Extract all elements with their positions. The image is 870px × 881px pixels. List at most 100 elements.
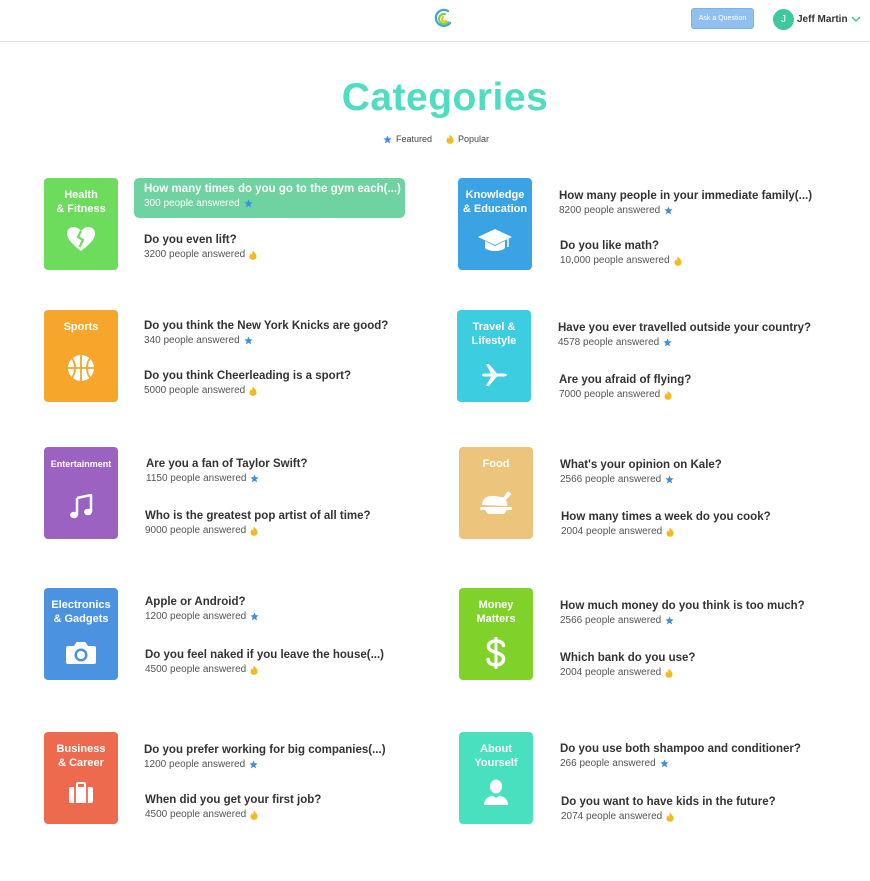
category-money-matters[interactable]: Money Matters: [459, 588, 533, 680]
flame-icon: [674, 256, 682, 266]
answered-count: 1200 people answered: [144, 759, 246, 770]
broken-heart-icon: [67, 227, 95, 251]
flame-icon: [665, 668, 673, 678]
question-item[interactable]: Do you use both shampoo and conditioner?…: [560, 743, 801, 769]
question-meta: 1150 people answered: [146, 473, 307, 484]
star-icon: [664, 206, 673, 215]
user-name[interactable]: Jeff Martin: [797, 14, 848, 25]
legend-popular-label: Popular: [458, 134, 490, 144]
question-meta: 2566 people answered: [560, 474, 722, 485]
avatar[interactable]: J: [773, 8, 794, 30]
question-meta: 2004 people answered: [560, 667, 695, 678]
legend-featured: Featured: [383, 134, 432, 144]
flame-icon: [249, 250, 257, 260]
question-text: Which bank do you use?: [560, 652, 696, 664]
question-text: Are you a fan of Taylor Swift?: [146, 458, 308, 470]
question-meta: 266 people answered: [560, 758, 801, 769]
question-meta: 2004 people answered: [561, 526, 771, 537]
star-icon: [244, 336, 253, 345]
question-item[interactable]: Who is the greatest pop artist of all ti…: [145, 510, 371, 536]
flame-icon: [666, 812, 674, 822]
chevron-down-icon[interactable]: [851, 15, 861, 23]
star-icon: [244, 199, 253, 208]
answered-count: 1200 people answered: [145, 611, 247, 622]
question-item[interactable]: Which bank do you use? 2004 people answe…: [560, 652, 695, 678]
flame-icon: [250, 665, 258, 675]
question-meta: 4500 people answered: [145, 664, 384, 675]
star-icon: [660, 759, 669, 768]
answered-count: 2004 people answered: [560, 667, 662, 678]
flame-icon: [250, 810, 258, 820]
question-text: Are you afraid of flying?: [559, 374, 692, 386]
answered-count: 7000 people answered: [559, 389, 661, 400]
question-item[interactable]: How much money do you think is too much?…: [560, 600, 805, 626]
answered-count: 2566 people answered: [560, 474, 662, 485]
category-business-career[interactable]: Business & Career: [44, 732, 118, 824]
category-sports[interactable]: Sports: [44, 310, 118, 402]
question-item[interactable]: How many times a week do you cook? 2004 …: [561, 511, 771, 537]
user-menu[interactable]: J Jeff Martin: [773, 8, 861, 30]
question-item[interactable]: Do you prefer working for big companies(…: [144, 744, 386, 770]
legend-featured-label: Featured: [396, 134, 433, 144]
category-health-fitness[interactable]: Health & Fitness: [44, 178, 118, 270]
question-text: Do you prefer working for big companies(…: [144, 744, 386, 756]
answered-count: 1150 people answered: [146, 473, 247, 484]
question-text: Do you think Cheerleading is a sport?: [144, 370, 352, 382]
category-food[interactable]: Food: [459, 447, 533, 539]
question-item[interactable]: Are you afraid of flying? 7000 people an…: [559, 374, 691, 400]
star-icon: [665, 616, 674, 625]
question-text: Who is the greatest pop artist of all ti…: [145, 510, 371, 522]
question-item[interactable]: Do you like math? 10,000 people answered: [560, 240, 682, 266]
question-meta: 340 people answered: [144, 335, 388, 346]
person-icon: [484, 779, 508, 805]
category-name: Knowledge & Education: [462, 189, 528, 215]
flame-icon: [666, 527, 674, 537]
question-item[interactable]: Have you ever travelled outside your cou…: [558, 322, 811, 348]
question-meta: 8200 people answered: [559, 205, 812, 216]
question-item[interactable]: How many times do you go to the gym each…: [134, 178, 405, 218]
question-item[interactable]: Apple or Android? 1200 people answered: [145, 596, 259, 622]
answered-count: 340 people answered: [144, 335, 240, 346]
question-text: Do you use both shampoo and conditioner?: [560, 743, 801, 755]
answered-count: 300 people answered: [144, 198, 240, 209]
answered-count: 4500 people answered: [145, 664, 247, 675]
question-item[interactable]: Do you want to have kids in the future? …: [561, 796, 776, 822]
answered-count: 2074 people answered: [561, 811, 663, 822]
question-item[interactable]: Do you even lift? 3200 people answered: [144, 234, 257, 260]
answered-count: 2566 people answered: [560, 615, 662, 626]
question-item[interactable]: What's your opinion on Kale? 2566 people…: [560, 459, 722, 485]
ask-question-button[interactable]: Ask a Question: [691, 8, 754, 29]
category-knowledge-education[interactable]: Knowledge & Education: [458, 178, 532, 270]
question-item[interactable]: Do you think the New York Knicks are goo…: [144, 320, 388, 346]
question-text: Do you think the New York Knicks are goo…: [144, 320, 389, 332]
question-item[interactable]: Do you feel naked if you leave the house…: [145, 649, 384, 675]
star-icon: [250, 474, 260, 483]
question-item[interactable]: Do you think Cheerleading is a sport? 50…: [144, 370, 351, 396]
category-name: Money Matters: [476, 599, 516, 625]
logo-icon[interactable]: [432, 7, 454, 29]
question-item[interactable]: Are you a fan of Taylor Swift? 1150 peop…: [146, 458, 307, 484]
question-meta: 2074 people answered: [561, 811, 776, 822]
question-item[interactable]: When did you get your first job? 4500 pe…: [145, 794, 321, 820]
answered-count: 10,000 people answered: [560, 255, 670, 266]
category-name: Travel & Lifestyle: [471, 321, 517, 347]
question-meta: 9000 people answered: [145, 525, 371, 536]
category-about-yourself[interactable]: About Yourself: [459, 732, 533, 824]
music-note-icon: [70, 494, 93, 519]
question-meta: 3200 people answered: [144, 249, 257, 260]
flame-icon: [446, 134, 454, 144]
category-travel-lifestyle[interactable]: Travel & Lifestyle: [457, 310, 531, 402]
question-meta: 10,000 people answered: [560, 255, 682, 266]
category-entertainment[interactable]: Entertainment: [44, 447, 118, 539]
question-meta: 4500 people answered: [145, 809, 321, 820]
star-icon: [249, 760, 258, 769]
answered-count: 266 people answered: [560, 758, 656, 769]
category-electronics-gadgets[interactable]: Electronics & Gadgets: [44, 588, 118, 680]
answered-count: 9000 people answered: [145, 525, 247, 536]
star-icon: [250, 612, 259, 621]
question-text: How many people in your immediate family…: [559, 190, 813, 202]
legend-popular: Popular: [446, 134, 489, 144]
category-name: Business & Career: [56, 743, 106, 769]
flame-icon: [250, 526, 258, 536]
question-item[interactable]: How many people in your immediate family…: [559, 190, 812, 216]
